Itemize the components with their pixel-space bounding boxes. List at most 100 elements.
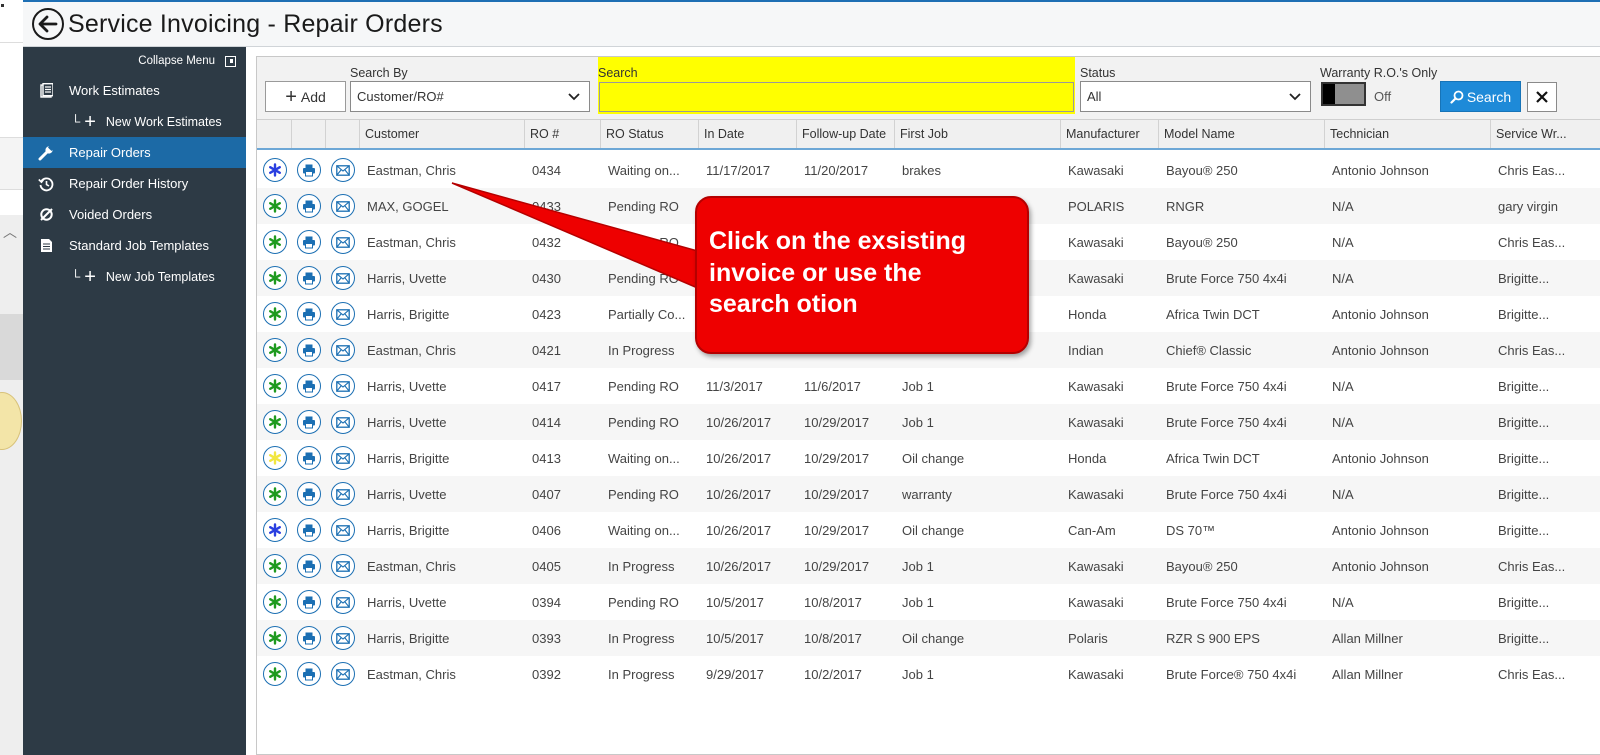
table-row[interactable]: Harris, Uvette 0417 Pending RO 11/3/2017 11/… <box>257 368 1600 404</box>
printer-icon[interactable] <box>297 662 321 686</box>
envelope-icon[interactable] <box>331 302 355 326</box>
column-header-customer[interactable]: Customer <box>360 120 525 148</box>
printer-icon[interactable] <box>297 626 321 650</box>
envelope-icon[interactable] <box>331 446 355 470</box>
printer-icon[interactable] <box>297 554 321 578</box>
status-asterisk-icon[interactable] <box>262 626 287 650</box>
printer-icon[interactable] <box>297 302 321 326</box>
printer-icon[interactable] <box>297 482 321 506</box>
printer-icon[interactable] <box>297 410 321 434</box>
warranty-toggle[interactable] <box>1321 82 1366 106</box>
back-button[interactable] <box>32 8 64 40</box>
edge-scroll-thumb[interactable] <box>0 314 23 380</box>
sidebar-item-standard-job-templates[interactable]: Standard Job Templates <box>23 230 246 261</box>
status-asterisk-icon[interactable] <box>262 446 287 470</box>
follow-up-date-cell: 10/29/2017 <box>804 450 870 466</box>
ro-status-cell: Pending RO <box>608 414 679 430</box>
printer-icon[interactable] <box>297 374 321 398</box>
envelope-icon[interactable] <box>331 626 355 650</box>
search-by-select[interactable]: Customer/RO# <box>350 81 590 112</box>
column-header-first-job[interactable]: First Job <box>895 120 1061 148</box>
status-asterisk-icon[interactable] <box>262 482 287 506</box>
table-row[interactable]: Harris, Brigitte 0393 In Progress 10/5/2017… <box>257 620 1600 656</box>
sidebar-item-repair-orders[interactable]: Repair Orders <box>23 137 246 168</box>
clear-search-button[interactable] <box>1527 82 1557 112</box>
printer-icon[interactable] <box>297 158 321 182</box>
sidebar-item-voided-orders[interactable]: Voided Orders <box>23 199 246 230</box>
search-input[interactable] <box>599 82 1074 112</box>
callout-line: Click on the exsisting <box>709 227 967 255</box>
ro-number-cell: 0405 <box>532 558 561 574</box>
first-job-cell: Oil change <box>902 450 965 466</box>
model-name-cell: Bayou® 250 <box>1166 558 1238 574</box>
status-select[interactable]: All <box>1080 81 1311 112</box>
envelope-icon[interactable] <box>331 230 355 254</box>
chevron-up-icon[interactable]: ︿ <box>3 222 17 242</box>
envelope-icon[interactable] <box>331 482 355 506</box>
status-asterisk-icon[interactable] <box>262 374 287 398</box>
envelope-icon[interactable] <box>331 410 355 434</box>
sidebar-item-new-work-estimates[interactable]: └ + New Work Estimates <box>23 106 246 137</box>
table-row[interactable]: Harris, Uvette 0414 Pending RO 10/26/2017 10… <box>257 404 1600 440</box>
table-row[interactable]: Harris, Uvette 0407 Pending RO 10/26/2017 10… <box>257 476 1600 512</box>
status-asterisk-icon[interactable] <box>262 338 287 362</box>
printer-icon[interactable] <box>297 590 321 614</box>
status-asterisk-icon[interactable] <box>262 302 287 326</box>
column-header-in-date[interactable]: In Date <box>699 120 797 148</box>
envelope-icon[interactable] <box>331 554 355 578</box>
envelope-icon[interactable] <box>331 158 355 182</box>
envelope-icon[interactable] <box>331 518 355 542</box>
envelope-icon[interactable] <box>331 662 355 686</box>
table-row[interactable]: Harris, Brigitte 0413 Waiting on... 10/26/2… <box>257 440 1600 476</box>
printer-icon[interactable] <box>297 446 321 470</box>
email-cell <box>326 512 360 548</box>
sidebar-item-label: Voided Orders <box>69 207 153 222</box>
column-header-model-name[interactable]: Model Name <box>1159 120 1325 148</box>
ro-number-cell: 0433 <box>532 198 561 214</box>
envelope-icon[interactable] <box>331 194 355 218</box>
status-asterisk-icon[interactable] <box>262 194 287 218</box>
status-asterisk-icon[interactable] <box>262 518 287 542</box>
table-row[interactable]: Eastman, Chris 0405 In Progress 10/26/2017 1… <box>257 548 1600 584</box>
sidebar-item-new-job-templates[interactable]: └ + New Job Templates <box>23 261 246 292</box>
table-row[interactable]: Harris, Brigitte 0406 Waiting on... 10/26/2… <box>257 512 1600 548</box>
printer-icon[interactable] <box>297 230 321 254</box>
model-name-cell: Brute Force® 750 4x4i <box>1166 666 1297 682</box>
envelope-icon[interactable] <box>331 266 355 290</box>
column-header-ro-status[interactable]: RO Status <box>601 120 699 148</box>
status-asterisk-icon[interactable] <box>262 158 287 182</box>
table-row[interactable]: Eastman, Chris 0434 Waiting on... 11/17/201… <box>257 152 1600 188</box>
status-asterisk-icon[interactable] <box>262 590 287 614</box>
sidebar-item-work-estimates[interactable]: Work Estimates <box>23 75 246 106</box>
search-label: Search <box>598 66 638 80</box>
printer-icon[interactable] <box>297 338 321 362</box>
collapse-menu-button[interactable]: Collapse Menu <box>23 47 246 75</box>
envelope-icon[interactable] <box>331 374 355 398</box>
search-button[interactable]: Search <box>1440 81 1521 112</box>
instruction-callout: Click on the exsisting invoice or use th… <box>695 196 1029 354</box>
column-header-follow-up-date[interactable]: Follow-up Date <box>797 120 895 148</box>
in-date-cell: 10/26/2017 <box>706 414 772 430</box>
document-icon <box>37 82 55 100</box>
status-asterisk-icon[interactable] <box>262 662 287 686</box>
printer-icon[interactable] <box>297 518 321 542</box>
printer-icon[interactable] <box>297 266 321 290</box>
status-asterisk-icon[interactable] <box>262 230 287 254</box>
table-row[interactable]: Eastman, Chris 0392 In Progress 9/29/2017 10… <box>257 656 1600 692</box>
printer-icon[interactable] <box>297 194 321 218</box>
column-header-print <box>292 120 326 148</box>
sidebar-item-repair-order-history[interactable]: Repair Order History <box>23 168 246 199</box>
email-cell <box>326 620 360 656</box>
filter-toolbar: + Add Search By Customer/RO# Search Stat… <box>257 57 1600 119</box>
column-header-manufacturer[interactable]: Manufacturer <box>1061 120 1159 148</box>
envelope-icon[interactable] <box>331 590 355 614</box>
add-button[interactable]: + Add <box>265 81 346 112</box>
status-asterisk-icon[interactable] <box>262 266 287 290</box>
envelope-icon[interactable] <box>331 338 355 362</box>
status-asterisk-icon[interactable] <box>262 554 287 578</box>
column-header-service-writer[interactable]: Service Wr... <box>1491 120 1600 148</box>
column-header-technician[interactable]: Technician <box>1325 120 1491 148</box>
column-header-ro-number[interactable]: RO # <box>525 120 601 148</box>
status-asterisk-icon[interactable] <box>262 410 287 434</box>
table-row[interactable]: Harris, Uvette 0394 Pending RO 10/5/2017 10/… <box>257 584 1600 620</box>
